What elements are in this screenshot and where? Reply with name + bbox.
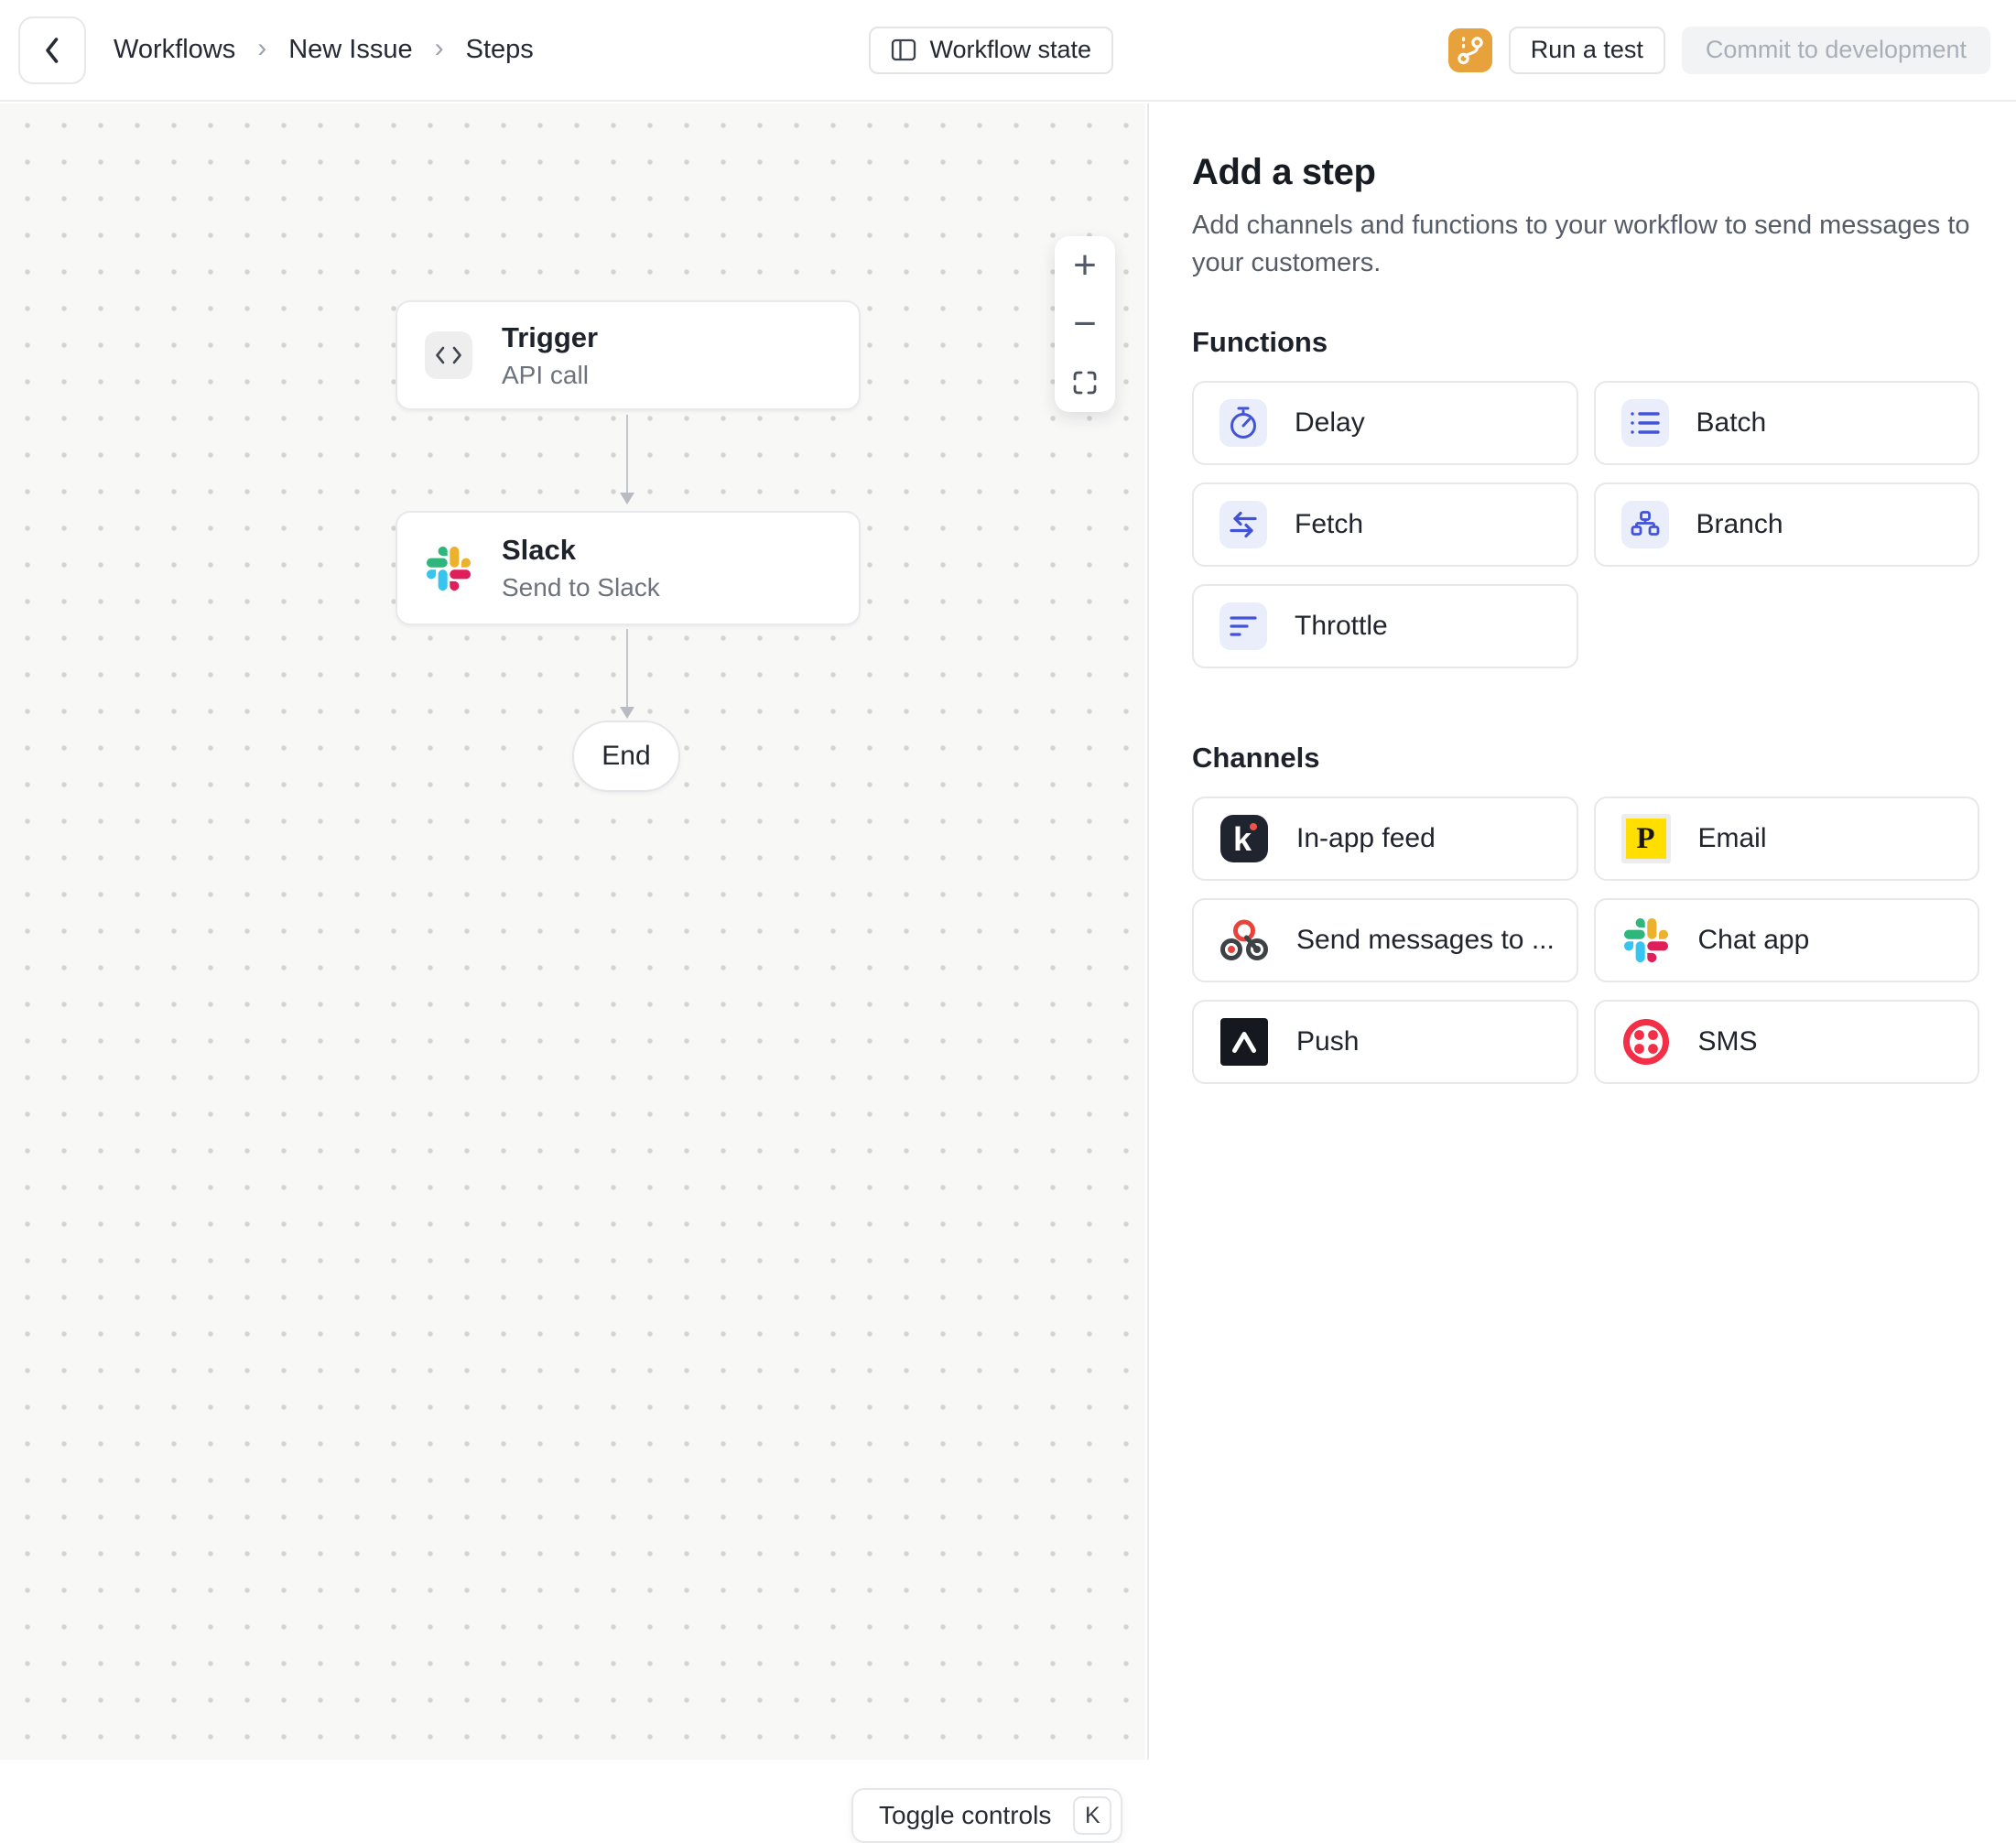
minus-icon: −: [1073, 304, 1097, 344]
card-label: SMS: [1698, 1026, 1758, 1057]
channel-card-push[interactable]: Push: [1192, 1000, 1578, 1084]
header-actions: Run a test Commit to development: [1448, 27, 1990, 74]
run-test-button[interactable]: Run a test: [1509, 27, 1665, 74]
commit-to-development-button[interactable]: Commit to development: [1682, 27, 1990, 74]
workflow-state-button[interactable]: Workflow state: [869, 27, 1114, 74]
panel-description: Add channels and functions to your workf…: [1192, 207, 1979, 282]
version-branch-button[interactable]: [1448, 28, 1492, 72]
fullscreen-icon: [1071, 369, 1099, 396]
plus-icon: +: [1073, 245, 1097, 286]
expo-chevron-logo-icon: [1219, 1017, 1269, 1067]
trigger-node[interactable]: Trigger API call: [396, 300, 861, 410]
twilio-logo-icon: [1621, 1017, 1671, 1067]
toggle-controls-button[interactable]: Toggle controls K: [851, 1788, 1122, 1843]
zoom-controls: + −: [1055, 236, 1115, 412]
channels-grid: k In-app feed P Email: [1192, 797, 1979, 1084]
panel-title: Add a step: [1192, 152, 1979, 193]
swap-arrows-icon: [1219, 501, 1267, 548]
webhook-logo-icon: [1219, 916, 1269, 965]
commit-label: Commit to development: [1706, 36, 1967, 64]
add-step-panel: Add a step Add channels and functions to…: [1147, 103, 2016, 1760]
breadcrumb-separator-icon: ›: [435, 35, 444, 66]
card-label: Throttle: [1295, 611, 1388, 642]
zoom-in-button[interactable]: +: [1055, 236, 1115, 295]
card-label: Branch: [1696, 509, 1783, 540]
slack-node-text: Slack Send to Slack: [502, 534, 660, 602]
knock-logo-icon: k: [1219, 814, 1269, 863]
back-button[interactable]: [18, 16, 86, 84]
fit-view-button[interactable]: [1055, 353, 1115, 412]
channel-card-in-app-feed[interactable]: k In-app feed: [1192, 797, 1578, 881]
function-card-batch[interactable]: Batch: [1594, 381, 1980, 465]
channel-card-chat-app[interactable]: Chat app: [1594, 898, 1980, 982]
trigger-node-text: Trigger API call: [502, 321, 598, 390]
function-card-fetch[interactable]: Fetch: [1192, 482, 1578, 567]
breadcrumb-new-issue[interactable]: New Issue: [288, 35, 412, 65]
zoom-out-button[interactable]: −: [1055, 295, 1115, 353]
card-label: Fetch: [1295, 509, 1363, 540]
slack-logo-icon: [1621, 916, 1671, 965]
function-card-branch[interactable]: Branch: [1594, 482, 1980, 567]
slack-step-node[interactable]: Slack Send to Slack: [396, 511, 861, 625]
side-panel-icon: [891, 38, 916, 62]
postmark-logo-icon: P: [1621, 814, 1671, 863]
breadcrumb-steps[interactable]: Steps: [466, 35, 534, 65]
channel-card-webhook[interactable]: Send messages to ...: [1192, 898, 1578, 982]
trigger-node-title: Trigger: [502, 321, 598, 354]
top-bar: Workflows › New Issue › Steps Workflow s…: [0, 0, 2016, 102]
card-label: Send messages to ...: [1296, 925, 1555, 956]
toggle-controls-label: Toggle controls: [879, 1801, 1051, 1830]
channel-card-email[interactable]: P Email: [1594, 797, 1980, 881]
end-node[interactable]: End: [572, 721, 680, 792]
slack-icon: [425, 545, 472, 592]
breadcrumb-workflows[interactable]: Workflows: [114, 35, 235, 65]
keyboard-shortcut-badge: K: [1073, 1796, 1111, 1835]
edge-arrow: [626, 629, 628, 708]
workflow-canvas[interactable]: Trigger API call Slack Send to Slack End…: [0, 103, 1145, 1760]
card-label: Chat app: [1698, 925, 1810, 956]
header-center: Workflow state: [534, 27, 1448, 74]
functions-grid: Delay Batch Fetch: [1192, 381, 1979, 668]
chevron-left-icon: [42, 36, 62, 65]
card-label: In-app feed: [1296, 823, 1436, 854]
list-icon: [1621, 399, 1669, 447]
git-branch-icon: [1456, 35, 1485, 66]
org-tree-icon: [1621, 501, 1669, 548]
filter-lines-icon: [1219, 602, 1267, 650]
card-label: Push: [1296, 1026, 1359, 1057]
functions-heading: Functions: [1192, 326, 1979, 359]
channel-card-sms[interactable]: SMS: [1594, 1000, 1980, 1084]
edge-arrow: [626, 415, 628, 493]
card-label: Email: [1698, 823, 1767, 854]
card-label: Batch: [1696, 407, 1767, 439]
slack-node-subtitle: Send to Slack: [502, 573, 660, 602]
breadcrumb: Workflows › New Issue › Steps: [114, 35, 534, 66]
run-test-label: Run a test: [1531, 36, 1643, 64]
trigger-node-subtitle: API call: [502, 361, 598, 390]
function-card-throttle[interactable]: Throttle: [1192, 584, 1578, 668]
channels-heading: Channels: [1192, 742, 1979, 775]
breadcrumb-separator-icon: ›: [257, 35, 266, 66]
code-icon: [425, 331, 472, 379]
function-card-delay[interactable]: Delay: [1192, 381, 1578, 465]
end-node-label: End: [602, 741, 650, 772]
slack-node-title: Slack: [502, 534, 660, 567]
stopwatch-icon: [1219, 399, 1267, 447]
card-label: Delay: [1295, 407, 1365, 439]
workflow-state-label: Workflow state: [930, 36, 1092, 64]
